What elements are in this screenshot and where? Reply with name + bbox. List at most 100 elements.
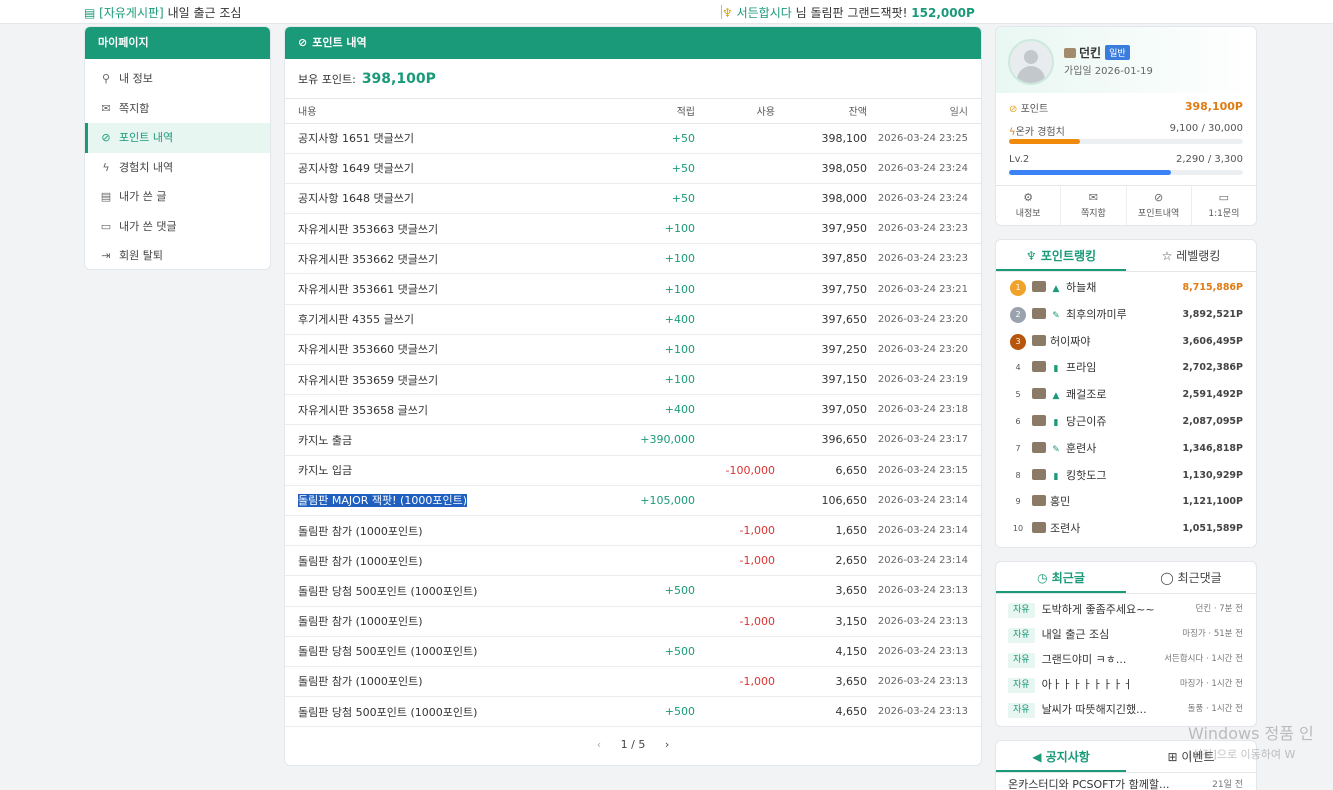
row-used xyxy=(695,183,775,215)
menu-item-messages[interactable]: ✉ 쪽지함 xyxy=(85,94,270,124)
row-balance: 3,150 xyxy=(775,606,867,637)
rank-number: 5 xyxy=(1015,390,1021,400)
row-date: 2026-03-24 23:14 xyxy=(867,515,981,547)
quick-point-history[interactable]: ⊘ 포인트내역 xyxy=(1127,186,1192,225)
ranking-item[interactable]: 9 홍민 1,121,100P xyxy=(996,489,1256,516)
tab-recent-posts[interactable]: ◷ 최근글 xyxy=(996,562,1126,593)
ranking-item[interactable]: 10 조련사 1,051,589P xyxy=(996,516,1256,543)
row-description-text: 카지노 입금 xyxy=(298,464,353,478)
ranking-item[interactable]: 3 허이짜야 3,606,495P xyxy=(996,329,1256,356)
row-description-text: 돌림판 참가 (1000포인트) xyxy=(298,675,423,689)
ranking-item[interactable]: 4 ▮ 프라임 2,702,386P xyxy=(996,355,1256,382)
recent-post-item[interactable]: 자유 도박하게 좋좀주세요~~ 던킨 · 7분 전 xyxy=(996,597,1256,622)
row-used xyxy=(695,696,775,728)
tab-label: 레벨랭킹 xyxy=(1176,249,1221,263)
row-balance: 3,650 xyxy=(775,666,867,698)
rank-name: 킹핫도그 xyxy=(1066,468,1107,482)
watermark-line: Windows 정품 인 xyxy=(1188,724,1314,743)
row-used: -1,000 xyxy=(695,515,775,547)
row-used xyxy=(695,243,775,275)
quick-label: 쪽지함 xyxy=(1080,209,1106,219)
quick-messages[interactable]: ✉ 쪽지함 xyxy=(1061,186,1127,225)
row-balance-text: 3,650 xyxy=(835,584,868,598)
row-date-text: 2026-03-24 23:20 xyxy=(877,343,968,355)
table-header-row: 내용 적립 사용 잔액 일시 xyxy=(285,99,981,124)
post-meta: 마징가 · 51분 전 xyxy=(1182,629,1243,639)
menu-item-my-info[interactable]: ⚲ 내 정보 xyxy=(85,64,270,94)
row-earned-text: +50 xyxy=(671,161,695,175)
menu-item-point-history[interactable]: ⊘ 포인트 내역 xyxy=(85,123,270,153)
row-earned-text: +50 xyxy=(671,191,695,205)
menu-item-my-posts[interactable]: ▤ 내가 쓴 글 xyxy=(85,182,270,212)
tab-point-ranking[interactable]: ♆ 포인트랭킹 xyxy=(996,240,1126,271)
level-bar xyxy=(1009,170,1243,175)
level-bar-fill xyxy=(1009,170,1172,175)
table-row: 돌림판 당첨 500포인트 (1000포인트) +500 4,650 2026-03-… xyxy=(285,696,981,728)
ranking-item[interactable]: 6 ▮ 당근이쥬 2,087,095P xyxy=(996,409,1256,436)
row-balance: 397,150 xyxy=(775,364,867,396)
ticker-latest-post[interactable]: ▤ [자유게시판] 내일 출근 조심 xyxy=(84,4,241,21)
comment-icon: ▭ xyxy=(100,219,112,233)
notice-meta: 21일 전 xyxy=(1212,780,1243,790)
level-icon xyxy=(1032,361,1046,373)
row-balance-text: 396,650 xyxy=(821,433,868,447)
row-date-text: 2026-03-24 23:13 xyxy=(877,675,968,687)
tab-label: 최근글 xyxy=(1051,571,1085,585)
row-used xyxy=(695,364,775,396)
recent-post-item[interactable]: 자유 그랜드야미 ㅋㅎ... 서든합시다 · 1시간 전 xyxy=(996,647,1256,672)
row-earned xyxy=(615,455,695,486)
rank-number: 2 xyxy=(1010,306,1026,323)
row-date: 2026-03-24 23:13 xyxy=(867,666,981,698)
board-tag: 자유 xyxy=(1008,628,1035,643)
profile-card: 던킨 일반 가입일 2026-01-19 ⊘ 포인트 398,100P ϟ온카 경… xyxy=(995,26,1257,226)
row-description-text: 돌림판 참가 (1000포인트) xyxy=(298,615,423,629)
row-description: 카지노 출금 xyxy=(285,424,615,456)
recent-post-item[interactable]: 자유 내일 출근 조심 마징가 · 51분 전 xyxy=(996,622,1256,647)
row-earned-text: +50 xyxy=(671,131,695,145)
recent-list: 자유 도박하게 좋좀주세요~~ 던킨 · 7분 전 자유 내일 출근 조심 마징가 · 5… xyxy=(996,594,1256,722)
prev-page-button[interactable]: ‹ xyxy=(597,738,601,751)
menu-item-my-comments[interactable]: ▭ 내가 쓴 댓글 xyxy=(85,212,270,242)
column-header: 잔액 xyxy=(775,99,867,124)
ticker-jackpot[interactable]: ♆ 서든합시다 님 돌림판 그랜드잭팟! 152,000P xyxy=(722,4,975,21)
row-earned: +400 xyxy=(615,394,695,426)
balance-value: 398,100P xyxy=(361,71,436,87)
tab-notice[interactable]: ◀ 공지사항 xyxy=(996,741,1126,772)
quick-label: 내정보 xyxy=(1015,209,1041,219)
post-title: 도박하게 좋좀주세요~~ xyxy=(1041,603,1155,616)
row-date-text: 2026-03-24 23:25 xyxy=(877,132,968,144)
menu-item-withdraw[interactable]: ⇥ 회원 탈퇴 xyxy=(85,241,270,269)
row-used xyxy=(695,334,775,366)
point-history-table: 내용 적립 사용 잔액 일시 공지사항 1651 댓글쓰기 +50 398,100 2… xyxy=(285,99,981,728)
row-balance-text: 106,650 xyxy=(821,493,868,507)
menu-item-exp-history[interactable]: ϟ 경험치 내역 xyxy=(85,153,270,183)
row-earned: +100 xyxy=(615,364,695,396)
windows-activation-watermark: Windows 정품 인 [설정]으로 이동하여 W xyxy=(1188,720,1333,762)
ranking-item[interactable]: 5 ▲ 쾌걸조로 2,591,492P xyxy=(996,382,1256,409)
rank-points: 1,346,818P xyxy=(1182,442,1243,454)
row-balance-text: 6,650 xyxy=(835,463,868,477)
row-earned-text: +400 xyxy=(664,403,695,417)
row-description-text: 자유게시판 353659 댓글쓰기 xyxy=(298,373,439,387)
tab-recent-comments[interactable]: ◯ 최근댓글 xyxy=(1126,562,1256,593)
ranking-item[interactable]: 8 ▮ 킹핫도그 1,130,929P xyxy=(996,463,1256,490)
quick-my-info[interactable]: ⚙ 내정보 xyxy=(996,186,1062,225)
row-date-text: 2026-03-24 23:13 xyxy=(877,706,968,718)
row-description-text: 돌림판 MAJOR 잭팟! (1000포인트) xyxy=(298,494,467,508)
recent-post-item[interactable]: 자유 날씨가 따뜻해지긴했... 돌풍 · 1시간 전 xyxy=(996,697,1256,722)
ticker-post-title: 내일 출근 조심 xyxy=(167,6,242,20)
ranking-item[interactable]: 2 ✎ 최후의까미루 3,892,521P xyxy=(996,302,1256,329)
notice-item[interactable]: 온카스터디와 PCSOFT가 함께할... 21일 전 xyxy=(996,773,1256,790)
tab-level-ranking[interactable]: ☆ 레벨랭킹 xyxy=(1126,240,1256,271)
row-earned: +105,000 xyxy=(615,485,695,516)
ranking-item[interactable]: 7 ✎ 훈련사 1,346,818P xyxy=(996,436,1256,463)
table-row: 돌림판 참가 (1000포인트) -1,000 3,650 2026-03-24 23… xyxy=(285,666,981,698)
profile-header: 던킨 일반 가입일 2026-01-19 xyxy=(996,27,1256,93)
quick-inquiry[interactable]: ▭ 1:1문의 xyxy=(1192,186,1256,225)
ranking-item[interactable]: 1 ▲ 하늘채 8,715,886P xyxy=(996,275,1256,302)
row-used xyxy=(695,636,775,667)
next-page-button[interactable]: › xyxy=(665,738,669,751)
recent-post-item[interactable]: 자유 아ㅏㅏㅏㅏㅏㅏㅏㅓ 마징가 · 1시간 전 xyxy=(996,672,1256,697)
row-description: 자유게시판 353663 댓글쓰기 xyxy=(285,213,615,245)
quick-links: ⚙ 내정보 ✉ 쪽지함 ⊘ 포인트내역 ▭ 1:1문의 xyxy=(996,185,1256,225)
